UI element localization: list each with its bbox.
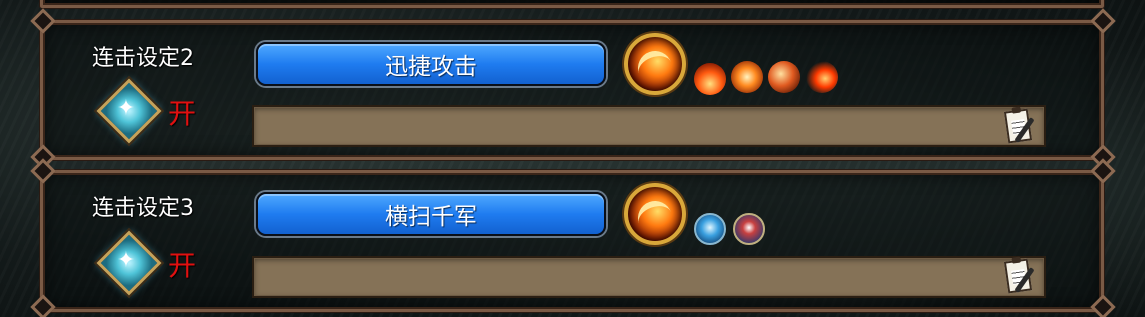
fire-slash-icon[interactable] (624, 33, 686, 95)
combo-sequence-field[interactable] (252, 105, 1046, 147)
flame-pillar-icon[interactable] (694, 63, 726, 95)
fire-blade-icon[interactable] (768, 61, 800, 93)
toggle-status[interactable]: 开 (168, 244, 196, 284)
toggle-status[interactable]: 开 (168, 92, 196, 132)
skill-select-button[interactable]: 横扫千军 (256, 192, 606, 236)
combo-sequence-field[interactable] (252, 256, 1046, 298)
combo-set-title: 连击设定2 (92, 46, 194, 71)
previous-combo-panel-edge (39, 0, 1105, 9)
skill-select-button[interactable]: 迅捷攻击 (256, 42, 606, 86)
diamond-star-icon: ✦ (116, 247, 136, 273)
blue-wing-emblem-icon[interactable] (694, 213, 726, 245)
clipboard-pen-icon[interactable] (1002, 106, 1036, 146)
combo-set-title: 连击设定3 (92, 196, 194, 221)
shield-emblem-icon[interactable] (733, 213, 765, 245)
fire-sweep-icon[interactable] (624, 183, 686, 245)
fire-crescent-icon[interactable] (806, 61, 838, 93)
clipboard-pen-icon[interactable] (1002, 256, 1036, 296)
fire-burst-icon[interactable] (731, 61, 763, 93)
diamond-star-icon: ✦ (116, 95, 136, 121)
